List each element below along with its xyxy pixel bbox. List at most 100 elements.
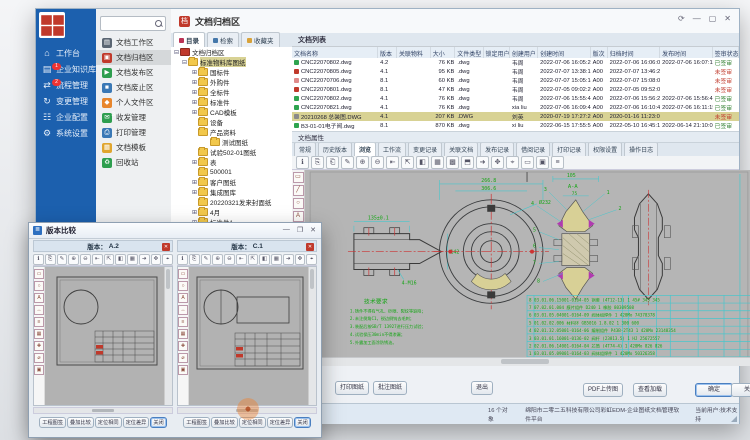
expander-icon[interactable]: ⊟ [181, 59, 188, 66]
tree-tab[interactable]: 检索 [207, 32, 239, 47]
minimize-icon[interactable]: — [283, 226, 290, 234]
search-input[interactable] [100, 16, 166, 31]
props-tab[interactable]: 工作流 [378, 143, 406, 156]
compare-action-button[interactable]: 关闭 [294, 417, 310, 428]
compare-action-button[interactable]: 定位差异 [123, 417, 150, 428]
expander-icon[interactable]: ⊞ [191, 109, 198, 116]
close-version-icon[interactable]: ✕ [162, 243, 170, 251]
compare-canvas-left[interactable]: ▭○A↔≡▦✚⌀▣ [33, 266, 173, 406]
ok-button[interactable]: 确定 [695, 383, 733, 397]
table-row[interactable]: CNC22070805.dwg 4.1 95 KB .dwg 韦周 2022-0… [292, 67, 739, 76]
table-row[interactable]: B3-01-01电子阀.dwg 8.1 870 KB .dwg xi liu 2… [292, 121, 739, 130]
fit-page-icon[interactable]: ⇱ [104, 254, 115, 265]
diameter-icon[interactable]: ⌀ [178, 353, 188, 363]
column-header[interactable]: 大小 [431, 47, 456, 58]
sidebar-item[interactable]: ⌂ 工作台 [36, 45, 96, 61]
column-header[interactable]: 关联物料 [397, 47, 431, 58]
dimension-icon[interactable]: ↔ [34, 305, 44, 315]
minimize-icon[interactable]: — [693, 14, 701, 23]
full-extent-icon[interactable]: ▣ [536, 156, 549, 169]
expander-icon[interactable]: ⊟ [173, 49, 180, 56]
column-header[interactable]: 创建用户 [510, 47, 538, 58]
table-row[interactable]: 20210268 总装图.DWG 4.1 207 KB .DWG 刘英 2020… [292, 112, 739, 121]
module-nav-item[interactable]: ■ 文档废止区 [96, 80, 171, 95]
column-header[interactable]: 版次 [591, 47, 608, 58]
compare-action-button[interactable]: 定位相同 [95, 417, 122, 428]
tree-node[interactable]: 产品资料 [171, 127, 292, 137]
zoom-in-icon[interactable]: ⊕ [212, 254, 223, 265]
props-tab[interactable]: 浏览 [354, 143, 376, 156]
tree-node[interactable]: ⊞ 标准件 [171, 97, 292, 107]
expander-icon[interactable]: ⊞ [191, 89, 198, 96]
tree-node[interactable]: 测试图纸 [171, 137, 292, 147]
hatch-icon[interactable]: ▩ [446, 156, 459, 169]
back-icon[interactable]: ➜ [476, 156, 489, 169]
grid-icon[interactable]: ▦ [178, 329, 188, 339]
copy-icon[interactable]: ⎘ [45, 254, 56, 265]
annotate-icon[interactable]: ✎ [201, 254, 212, 265]
tree-node[interactable]: 500001 [171, 167, 292, 177]
module-nav-item[interactable]: ▣ 文档归档区 [96, 50, 171, 65]
compare-action-button[interactable]: 叠加比较 [211, 417, 238, 428]
column-header[interactable]: 发布时间 [660, 47, 712, 58]
locate-icon[interactable]: ⌖ [162, 254, 173, 265]
tree-node[interactable]: ⊞ 表 [171, 157, 292, 167]
fit-page-icon[interactable]: ⇱ [401, 156, 414, 169]
compare-canvas-right[interactable]: ▭○A↔≡▦✚⌀▣ [177, 266, 317, 406]
text-icon[interactable]: A [293, 211, 304, 222]
compare-hscrollbar[interactable] [177, 407, 317, 414]
column-header[interactable]: 锁定用户 [484, 47, 510, 58]
list-icon[interactable]: ≡ [551, 156, 564, 169]
tree-node[interactable]: ⊞ CAD模板 [171, 107, 292, 117]
maximize-icon[interactable]: ▢ [709, 14, 717, 23]
props-tab[interactable]: 发布记录 [480, 143, 514, 156]
dimension-icon[interactable]: ↔ [178, 305, 188, 315]
tree-tab[interactable]: 目录 [173, 32, 205, 47]
maximize-icon[interactable]: ❐ [297, 226, 303, 234]
column-header[interactable]: 归档时间 [608, 47, 660, 58]
compare-action-button[interactable]: 定位差异 [267, 417, 294, 428]
select-icon[interactable]: ▭ [178, 269, 188, 279]
props-tab[interactable]: 变更记录 [408, 143, 442, 156]
expander-icon[interactable]: ⊞ [191, 189, 198, 196]
close-icon[interactable]: ✕ [724, 14, 731, 23]
props-tab[interactable]: 权限设置 [588, 143, 622, 156]
fit-width-icon[interactable]: ⇤ [386, 156, 399, 169]
expander-icon[interactable]: ⊞ [191, 209, 198, 216]
table-row[interactable]: CNC22070801.dwg 8.1 47 KB .dwg 韦周 2022-0… [292, 85, 739, 94]
module-nav-item[interactable]: ✉3 收发管理 [96, 110, 171, 125]
tree-node[interactable]: 20220321发来封面纸 [171, 197, 292, 207]
table-row[interactable]: CNC22070802.dwg 4.1 76 KB .dwg 韦周 2022-0… [292, 94, 739, 103]
text-icon[interactable]: A [178, 293, 188, 303]
annotate-icon[interactable]: ✎ [341, 156, 354, 169]
compare-vscrollbar[interactable] [164, 267, 172, 405]
compare-action-button[interactable]: 叠加比较 [67, 417, 94, 428]
locate-icon[interactable]: ⌖ [306, 254, 317, 265]
zoom-out-icon[interactable]: ⊖ [80, 254, 91, 265]
column-header[interactable]: 创建时间 [538, 47, 590, 58]
layer-icon[interactable]: ≡ [178, 317, 188, 327]
tree-tab[interactable]: 收藏夹 [241, 32, 280, 47]
tree-node[interactable]: ⊟ 文档归档区 [171, 47, 292, 57]
tree-node[interactable]: ⊞ 4月 [171, 207, 292, 217]
text-icon[interactable]: A [34, 293, 44, 303]
sidebar-item[interactable]: ⇄2 流程管理 [36, 77, 96, 93]
close-icon[interactable]: ✕ [310, 226, 316, 234]
compare-action-button[interactable]: 工程图签 [183, 417, 210, 428]
compare-vscrollbar[interactable] [308, 267, 316, 405]
zoom-in-icon[interactable]: ⊕ [356, 156, 369, 169]
annotate-drawing-button[interactable]: 批注图纸 [373, 381, 407, 395]
circle-icon[interactable]: ○ [293, 198, 304, 209]
exit-button[interactable]: 退出 [471, 381, 493, 395]
tree-node[interactable]: ⊞ 集成图库 [171, 187, 292, 197]
expander-icon[interactable]: ⊞ [191, 69, 198, 76]
fit-page-icon[interactable]: ⇱ [248, 254, 259, 265]
circle-icon[interactable]: ○ [34, 281, 44, 291]
sidebar-item[interactable]: ↻ 变更管理 [36, 93, 96, 109]
copy-icon[interactable]: ⎘ [189, 254, 200, 265]
sidebar-item[interactable]: ☷ 企业配置 [36, 109, 96, 125]
block-icon[interactable]: ▣ [34, 365, 44, 375]
locate-icon[interactable]: ⌖ [506, 156, 519, 169]
tree-node[interactable]: ⊞ 客户图纸 [171, 177, 292, 187]
expander-icon[interactable]: ⊞ [191, 99, 198, 106]
